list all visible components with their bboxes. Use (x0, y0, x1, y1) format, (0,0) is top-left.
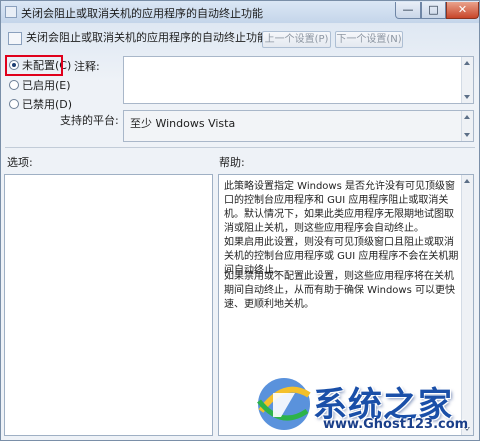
comment-textarea[interactable] (123, 56, 474, 104)
section-divider (5, 147, 475, 148)
options-label: 选项: (7, 156, 33, 169)
scroll-up-icon[interactable] (464, 115, 470, 119)
radio-label: 已启用(E) (22, 79, 71, 92)
previous-setting-button[interactable]: 上一个设置(P) (262, 31, 331, 48)
scroll-down-icon[interactable] (464, 133, 470, 137)
watermark-logo (257, 378, 311, 430)
options-pane (4, 174, 213, 436)
watermark-url: www.Ghost123.com (323, 417, 469, 432)
platform-field: 至少 Windows Vista (123, 110, 474, 142)
scroll-up-icon[interactable] (464, 179, 470, 183)
window-title: 关闭会阻止或取消关机的应用程序的自动终止功能 (21, 7, 263, 20)
close-button[interactable]: ✕ (446, 2, 479, 19)
help-label: 帮助: (219, 156, 245, 169)
setting-icon (8, 32, 22, 45)
selection-highlight (5, 55, 63, 76)
minimize-button[interactable]: — (395, 2, 421, 19)
comment-scrollbar[interactable] (461, 57, 473, 103)
platform-scrollbar[interactable] (461, 111, 473, 141)
comment-label: 注释: (74, 60, 100, 73)
scroll-up-icon[interactable] (464, 61, 470, 65)
platform-value: 至少 Windows Vista (130, 117, 236, 130)
title-bar[interactable]: 关闭会阻止或取消关机的应用程序的自动终止功能 — □ ✕ (1, 1, 479, 23)
help-paragraph: 如果禁用或不配置此设置，则这些应用程序将在关机期间自动终止，从而有助于确保 Wi… (224, 271, 455, 310)
radio-disabled[interactable]: 已禁用(D) (9, 97, 72, 113)
policy-title: 关闭会阻止或取消关机的应用程序的自动终止功能 (26, 31, 268, 44)
scroll-down-icon[interactable] (464, 95, 470, 99)
radio-enabled[interactable]: 已启用(E) (9, 78, 71, 94)
policy-window: 关闭会阻止或取消关机的应用程序的自动终止功能 — □ ✕ 关闭会阻止或取消关机的… (0, 0, 480, 441)
next-setting-button[interactable]: 下一个设置(N) (335, 31, 403, 48)
help-scrollbar[interactable] (461, 175, 473, 435)
radio-icon (9, 99, 19, 109)
radio-label: 已禁用(D) (22, 98, 73, 111)
radio-icon (9, 80, 19, 90)
platform-label: 支持的平台: (60, 114, 119, 127)
help-paragraph: 此策略设置指定 Windows 是否允许没有可见顶级窗口的控制台应用程序和 GU… (224, 181, 455, 234)
maximize-button[interactable]: □ (421, 2, 446, 19)
policy-icon (5, 6, 17, 18)
policy-header: 关闭会阻止或取消关机的应用程序的自动终止功能 (1, 23, 479, 53)
